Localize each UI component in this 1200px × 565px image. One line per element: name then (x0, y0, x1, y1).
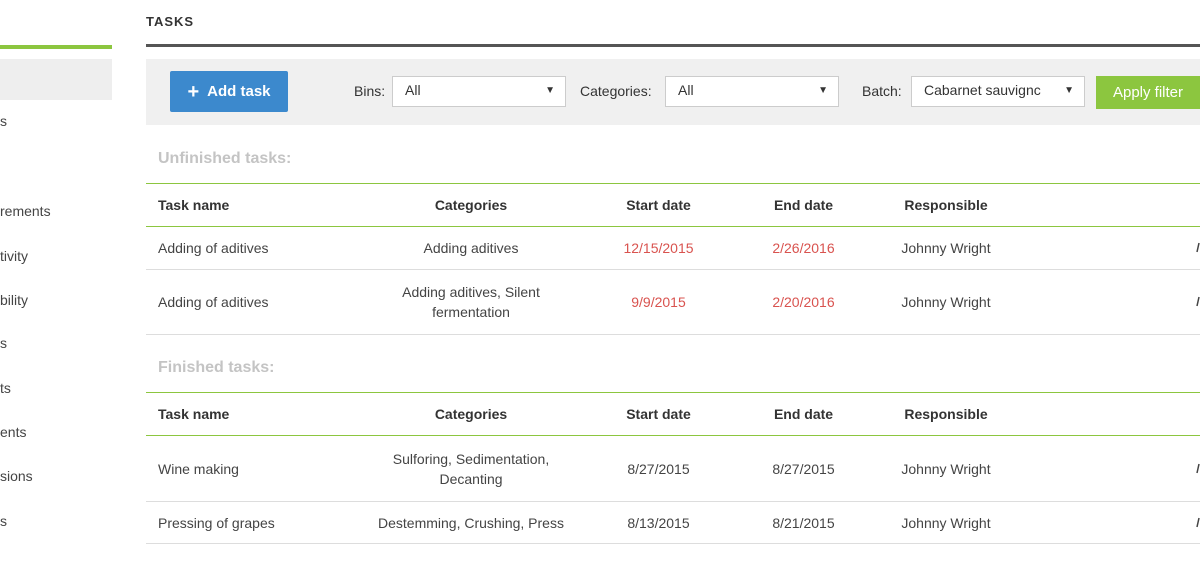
task-end-date: 8/27/2015 (731, 435, 876, 502)
table-row[interactable]: Adding of aditives Adding aditives, Sile… (146, 269, 1200, 335)
task-responsible: Johnny Wright (876, 501, 1016, 544)
sidebar-item[interactable]: ents (0, 424, 26, 440)
task-responsible: Johnny Wright (876, 435, 1016, 502)
bins-label: Bins: (354, 83, 386, 99)
task-name: Wine making (146, 435, 356, 502)
unfinished-tasks-heading: Unfinished tasks: (158, 150, 292, 167)
batch-select[interactable]: Cabarnet sauvignc ▼ (911, 76, 1085, 107)
unfinished-tasks-table: Task name Categories Start date End date… (146, 183, 1200, 335)
batch-value: Cabarnet sauvignc (924, 82, 1041, 98)
bins-select[interactable]: All ▼ (392, 76, 566, 107)
col-categories: Categories (356, 183, 586, 227)
add-task-button[interactable]: + Add task (170, 71, 288, 112)
caret-down-icon: ▼ (545, 85, 555, 96)
app-root: s rements tivity bility s ts ents sions … (0, 0, 1200, 565)
sidebar-item[interactable]: s (0, 513, 7, 529)
sidebar-item[interactable]: rements (0, 203, 51, 219)
filter-bar: + Add task Bins: All ▼ Categories: All ▼… (146, 59, 1200, 125)
task-categories: Destemming, Crushing, Press (356, 501, 586, 544)
col-task-name: Task name (146, 183, 356, 227)
col-responsible: Responsible (876, 183, 1016, 227)
task-categories: Adding aditives (356, 226, 586, 270)
apply-filter-button[interactable]: Apply filter (1096, 76, 1200, 109)
add-task-label: Add task (207, 83, 271, 100)
row-actions (1016, 226, 1200, 270)
col-end-date: End date (731, 183, 876, 227)
finished-tasks-table: Task name Categories Start date End date… (146, 392, 1200, 544)
finished-tasks-heading: Finished tasks: (158, 359, 275, 376)
task-start-date: 8/27/2015 (586, 435, 731, 502)
page-title: TASKS (146, 14, 195, 29)
caret-down-icon: ▼ (1064, 85, 1074, 96)
task-start-date: 9/9/2015 (586, 269, 731, 335)
col-start-date: Start date (586, 183, 731, 227)
sidebar: s rements tivity bility s ts ents sions … (0, 0, 112, 565)
task-end-date: 2/26/2016 (731, 226, 876, 270)
row-actions (1016, 501, 1200, 544)
bins-value: All (405, 82, 421, 98)
task-start-date: 12/15/2015 (586, 226, 731, 270)
table-header-row: Task name Categories Start date End date… (146, 183, 1200, 227)
edit-icon[interactable] (1196, 241, 1200, 253)
col-start-date: Start date (586, 392, 731, 436)
task-name: Adding of aditives (146, 226, 356, 270)
sidebar-item[interactable]: bility (0, 292, 28, 308)
batch-label: Batch: (862, 83, 902, 99)
sidebar-item[interactable]: s (0, 335, 7, 351)
task-responsible: Johnny Wright (876, 226, 1016, 270)
task-end-date: 2/20/2016 (731, 269, 876, 335)
col-actions (1016, 392, 1200, 436)
task-start-date: 8/13/2015 (586, 501, 731, 544)
task-end-date: 8/21/2015 (731, 501, 876, 544)
edit-icon[interactable] (1196, 516, 1200, 528)
edit-icon[interactable] (1196, 462, 1200, 474)
col-task-name: Task name (146, 392, 356, 436)
sidebar-item-active[interactable] (0, 59, 112, 100)
task-categories: Adding aditives, Silent fermentation (356, 269, 586, 335)
task-responsible: Johnny Wright (876, 269, 1016, 335)
categories-label: Categories: (580, 83, 652, 99)
sidebar-item[interactable]: ts (0, 380, 11, 396)
task-name: Adding of aditives (146, 269, 356, 335)
table-row[interactable]: Adding of aditives Adding aditives 12/15… (146, 226, 1200, 270)
col-end-date: End date (731, 392, 876, 436)
row-actions (1016, 269, 1200, 335)
col-actions (1016, 183, 1200, 227)
categories-value: All (678, 82, 694, 98)
col-responsible: Responsible (876, 392, 1016, 436)
plus-icon: + (187, 80, 200, 103)
table-header-row: Task name Categories Start date End date… (146, 392, 1200, 436)
row-actions (1016, 435, 1200, 502)
caret-down-icon: ▼ (818, 85, 828, 96)
sidebar-item[interactable]: s (0, 113, 7, 129)
task-categories: Sulforing, Sedimentation, Decanting (356, 435, 586, 502)
table-row[interactable]: Wine making Sulforing, Sedimentation, De… (146, 435, 1200, 502)
sidebar-item[interactable]: sions (0, 468, 33, 484)
table-row[interactable]: Pressing of grapes Destemming, Crushing,… (146, 501, 1200, 544)
sidebar-accent-rule (0, 45, 112, 49)
edit-icon[interactable] (1196, 295, 1200, 307)
categories-select[interactable]: All ▼ (665, 76, 839, 107)
task-name: Pressing of grapes (146, 501, 356, 544)
sidebar-item[interactable]: tivity (0, 248, 28, 264)
col-categories: Categories (356, 392, 586, 436)
title-divider (146, 44, 1200, 47)
